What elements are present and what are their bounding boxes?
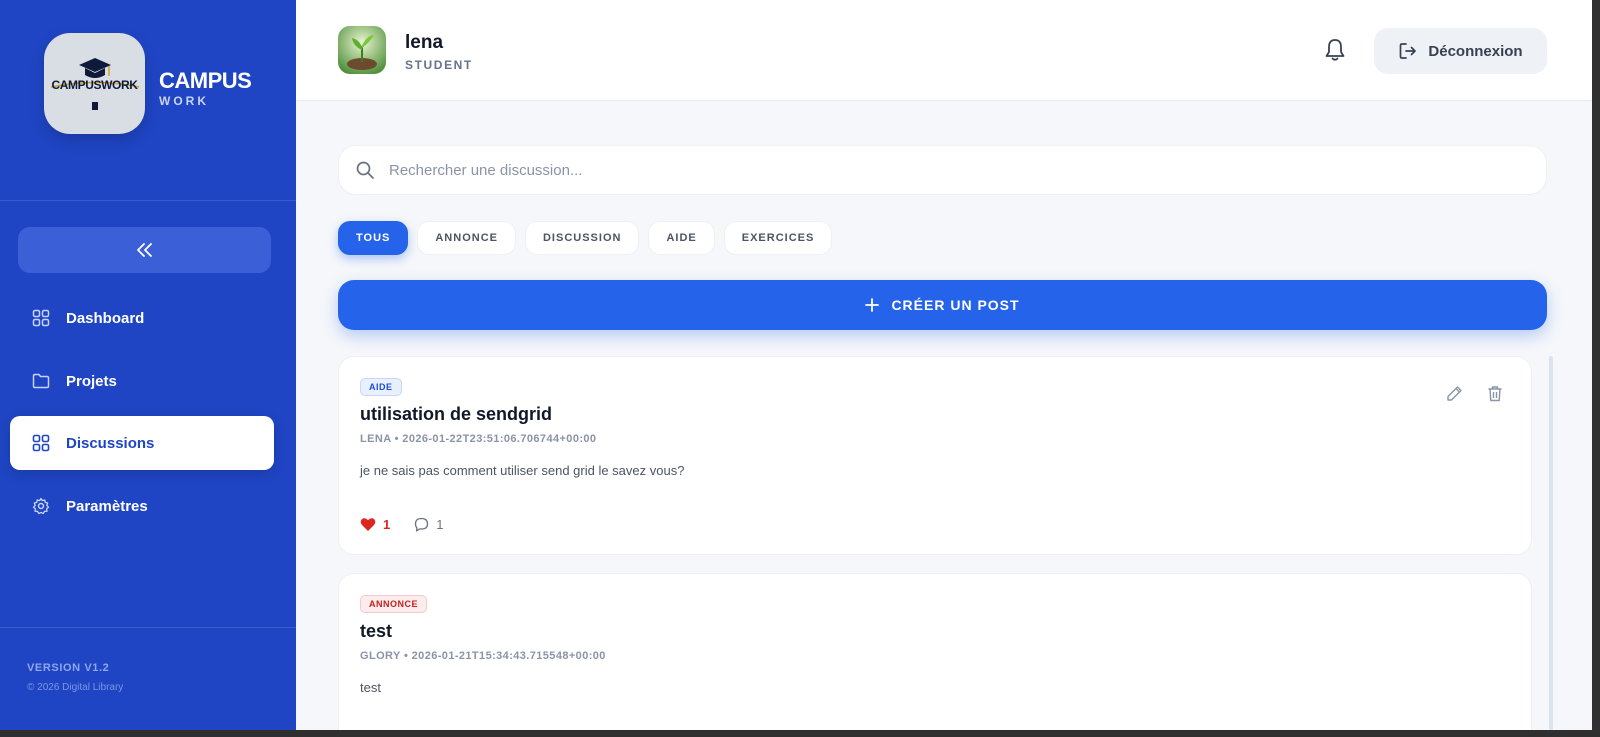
sidebar-item-discussions[interactable]: Discussions — [10, 416, 274, 470]
logout-button[interactable]: Déconnexion — [1374, 28, 1547, 74]
like-button[interactable]: 1 — [360, 517, 390, 532]
chevrons-left-icon — [136, 243, 152, 257]
sidebar-item-parametres[interactable]: Paramètres — [10, 479, 274, 533]
plus-icon — [865, 298, 880, 312]
edit-icon[interactable] — [1446, 385, 1463, 407]
version-label: VERSION V1.2 — [27, 662, 110, 674]
sidebar-divider — [0, 627, 296, 628]
grid-icon — [32, 309, 50, 327]
logout-icon — [1400, 43, 1417, 59]
post-stats: 1 1 — [360, 517, 443, 532]
post-title[interactable]: utilisation de sendgrid — [360, 404, 552, 425]
user-name: lena — [405, 32, 444, 53]
post-body: je ne sais pas comment utiliser send gri… — [360, 463, 685, 478]
sidebar-item-label: Discussions — [66, 434, 155, 452]
post-card[interactable]: ANNONCE test GLORY • 2026-01-21T15:34:43… — [338, 573, 1532, 730]
gear-icon — [32, 497, 50, 515]
sidebar-divider — [0, 200, 296, 201]
brand-subname: WORK — [159, 93, 209, 108]
logo-text: CAMPUSWORK — [51, 78, 138, 92]
top-bar: lena STUDENT Déconnexion — [296, 0, 1592, 101]
taskbar-strip — [0, 730, 1600, 737]
trash-icon[interactable] — [1487, 385, 1503, 407]
sidebar-item-label: Paramètres — [66, 497, 148, 515]
main-content: lena STUDENT Déconnexion Rechercher une … — [296, 0, 1592, 730]
plant-avatar-icon — [338, 26, 386, 74]
logout-label: Déconnexion — [1428, 42, 1523, 60]
category-filters: TOUS ANNONCE DISCUSSION AIDE EXERCICES — [338, 221, 833, 255]
sidebar-item-dashboard[interactable]: Dashboard — [10, 291, 274, 345]
filter-aide[interactable]: AIDE — [648, 221, 715, 255]
sidebar-item-label: Dashboard — [66, 309, 145, 327]
folder-icon — [32, 373, 50, 389]
search-icon — [356, 161, 374, 179]
grid-icon — [32, 434, 50, 452]
category-badge: ANNONCE — [360, 595, 428, 613]
post-title[interactable]: test — [360, 621, 392, 642]
like-count: 1 — [383, 517, 391, 532]
window-scrollbar[interactable] — [1592, 0, 1600, 730]
app-window: CAMPUS WORK CAMPUSWORK Dashboard Projets… — [0, 0, 1592, 730]
filter-exercices[interactable]: EXERCICES — [723, 221, 833, 255]
sidebar-item-projets[interactable]: Projets — [10, 354, 274, 408]
post-card[interactable]: AIDE utilisation de sendgrid LENA • 2026… — [338, 356, 1532, 555]
create-post-button[interactable]: CRÉER UN POST — [338, 280, 1547, 330]
sidebar: CAMPUS WORK CAMPUSWORK Dashboard Projets… — [0, 0, 296, 730]
filter-tous[interactable]: TOUS — [338, 221, 409, 255]
notification-bell-icon[interactable] — [1324, 38, 1346, 67]
brand-text: CAMPUS WORK — [159, 67, 252, 108]
comment-count: 1 — [436, 517, 444, 532]
comment-button[interactable]: 1 — [414, 517, 443, 532]
user-role: STUDENT — [405, 58, 473, 72]
copyright-text: © 2026 Digital Library — [27, 682, 124, 693]
avatar[interactable] — [338, 26, 386, 74]
sidebar-item-label: Projets — [66, 372, 117, 390]
heart-icon — [360, 518, 376, 531]
category-badge: AIDE — [360, 378, 402, 396]
post-meta: GLORY • 2026-01-21T15:34:43.715548+00:00 — [360, 650, 606, 662]
post-meta: LENA • 2026-01-22T23:51:06.706744+00:00 — [360, 433, 597, 445]
filter-annonce[interactable]: ANNONCE — [417, 221, 516, 255]
post-body: test — [360, 680, 381, 695]
brand-name: CAMPUS — [159, 67, 252, 93]
post-actions — [1446, 385, 1503, 407]
create-post-label: CRÉER UN POST — [891, 297, 1020, 313]
feed-scrollbar[interactable] — [1549, 356, 1553, 730]
collapse-sidebar-button[interactable] — [18, 227, 271, 273]
filter-discussion[interactable]: DISCUSSION — [524, 221, 640, 255]
comment-icon — [415, 517, 429, 532]
search-input[interactable] — [389, 161, 1489, 179]
search-bar — [338, 145, 1547, 195]
